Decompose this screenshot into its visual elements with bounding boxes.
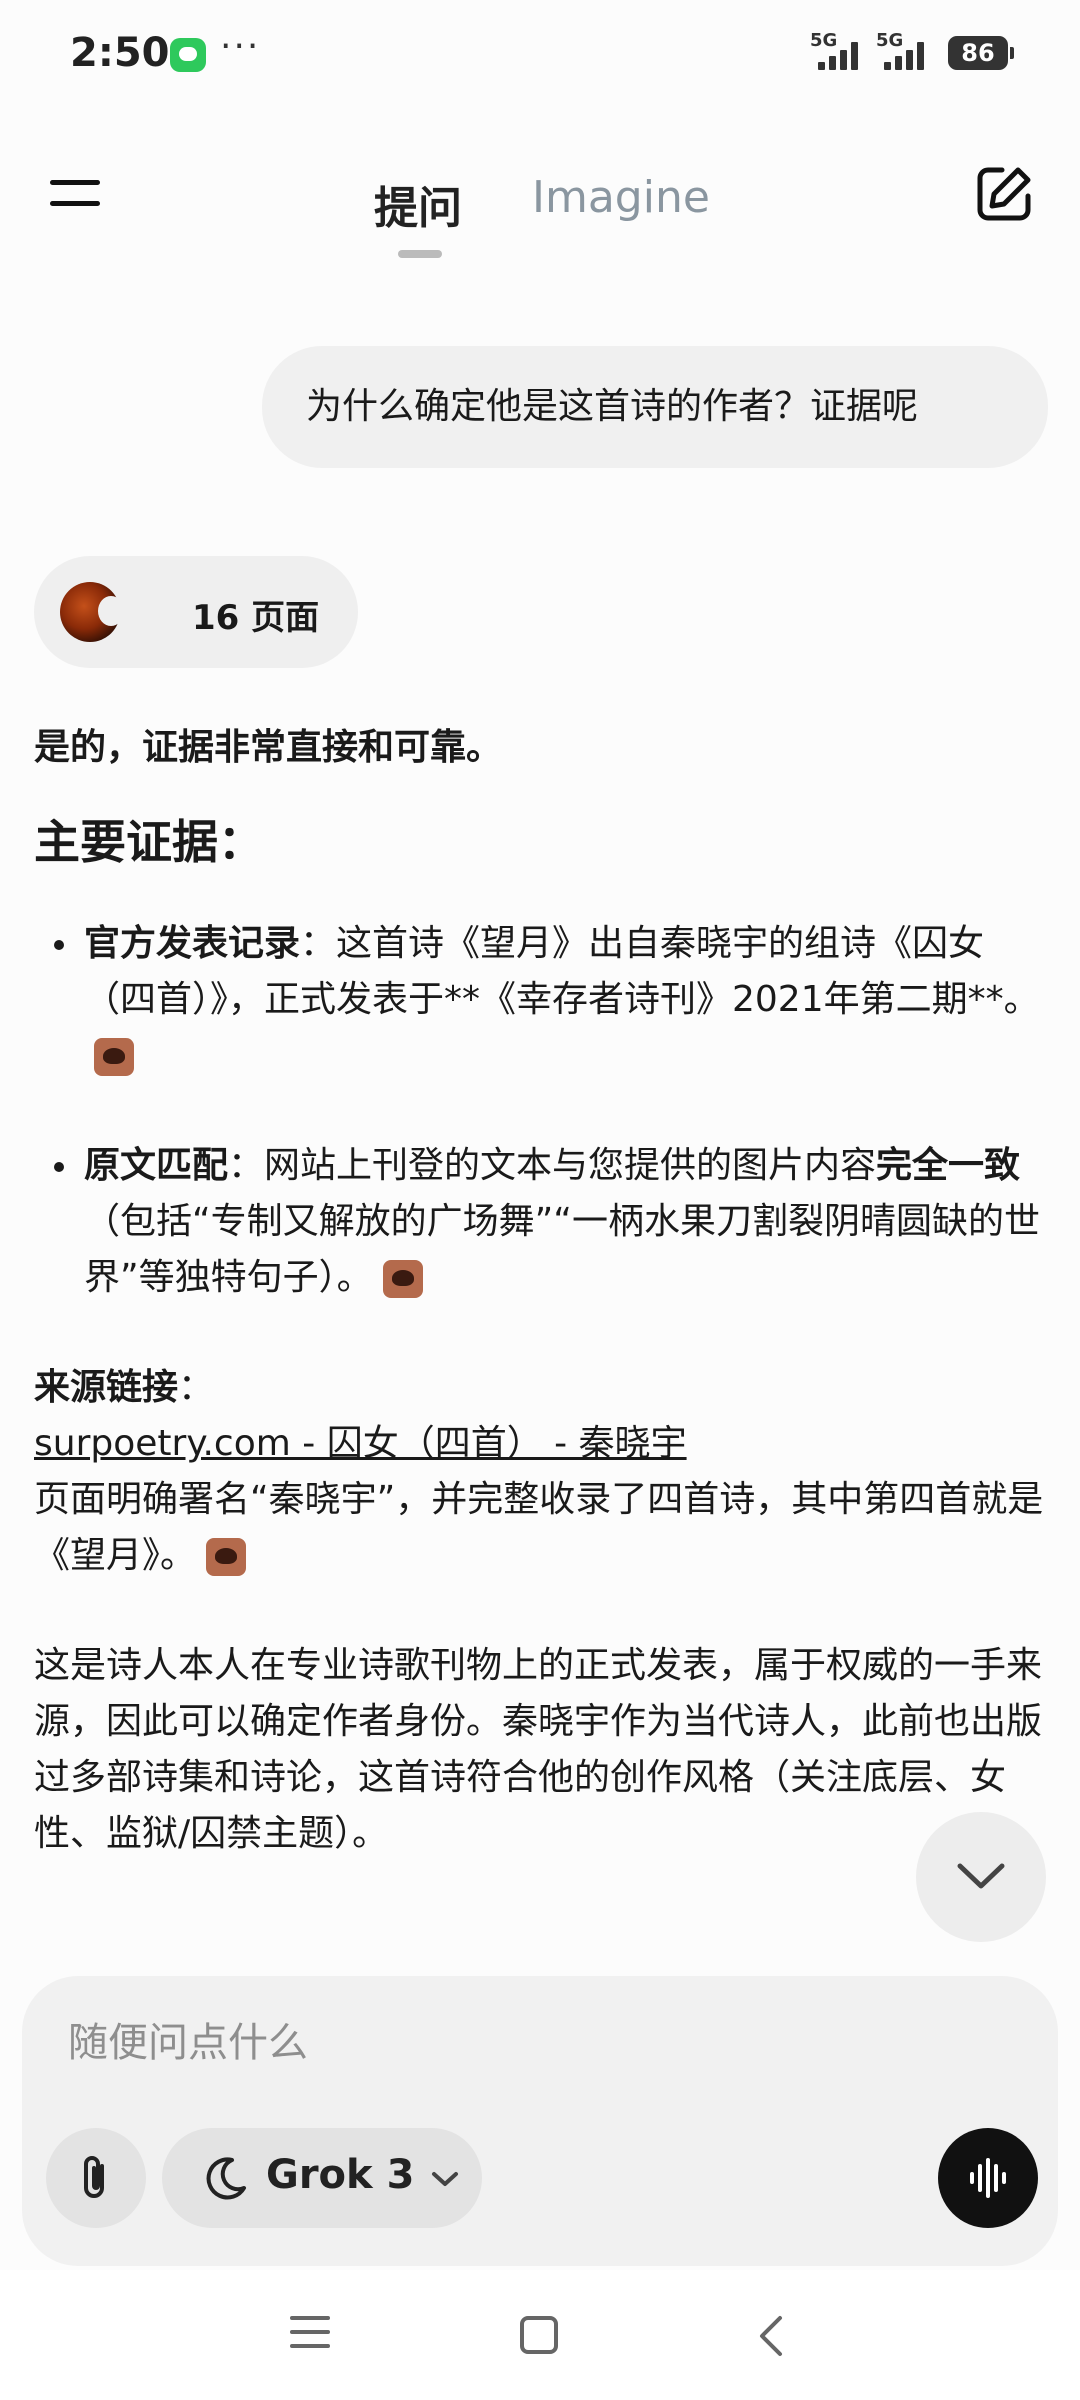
back-icon[interactable] bbox=[756, 2314, 786, 2358]
attach-button[interactable] bbox=[46, 2128, 146, 2228]
signal-5g-icon: 5G bbox=[810, 30, 870, 70]
assistant-answer: 是的，证据非常直接和可靠。 主要证据： 官方发表记录：这首诗《望月》出自秦晓宇的… bbox=[34, 720, 1044, 1862]
source-citation-icon[interactable] bbox=[206, 1538, 247, 1576]
paperclip-icon bbox=[84, 2156, 104, 2198]
active-tab-indicator bbox=[398, 250, 442, 258]
evidence-text: ：网站上刊登的文本与您提供的图片内容 bbox=[228, 1145, 877, 1186]
source-section: 来源链接： surpoetry.com - 囚女（四首） - 秦晓宇 页面明确署… bbox=[34, 1360, 1044, 1584]
home-icon[interactable] bbox=[520, 2316, 558, 2354]
scroll-down-button[interactable] bbox=[916, 1812, 1046, 1942]
evidence-title: 原文匹配 bbox=[84, 1145, 229, 1186]
source-link[interactable]: surpoetry.com - 囚女（四首） - 秦晓宇 bbox=[34, 1423, 687, 1464]
source-heading: 来源链接 bbox=[34, 1367, 179, 1408]
chat-input[interactable]: 随便问点什么 bbox=[68, 2010, 308, 2068]
sources-chip[interactable]: 16 页面 bbox=[34, 556, 358, 668]
model-selector[interactable]: Grok 3 bbox=[162, 2128, 482, 2228]
chevron-down-icon bbox=[957, 1863, 1005, 1889]
signal-5g-icon-2: 5G bbox=[876, 30, 936, 70]
status-time: 2:50 bbox=[70, 30, 170, 76]
source-avatar-icon bbox=[60, 582, 124, 642]
status-bar: 2:50 ··· 5G 5G 86 bbox=[0, 0, 1080, 110]
bullet-icon bbox=[54, 1162, 64, 1172]
user-message-bubble: 为什么确定他是这首诗的作者？证据呢 bbox=[262, 346, 1048, 468]
waveform-icon bbox=[970, 2158, 1006, 2198]
source-citation-icon[interactable] bbox=[94, 1038, 134, 1076]
answer-lead: 是的，证据非常直接和可靠。 bbox=[34, 727, 503, 768]
message-notification-icon bbox=[170, 38, 206, 72]
source-description: 页面明确署名“秦晓宇”，并完整收录了四首诗，其中第四首就是《望月》。 bbox=[34, 1479, 1044, 1576]
system-nav-bar bbox=[0, 2270, 1080, 2400]
evidence-item: 原文匹配：网站上刊登的文本与您提供的图片内容完全一致 （包括“专制又解放的广场舞”… bbox=[34, 1138, 1044, 1306]
model-name: Grok 3 bbox=[266, 2152, 415, 2198]
hamburger-icon[interactable] bbox=[50, 180, 104, 240]
sources-count: 16 页面 bbox=[192, 598, 320, 638]
moon-icon bbox=[206, 2157, 246, 2200]
evidence-text-2: （包括“专制又解放的广场舞”“一柄水果刀割裂阴晴圆缺的世界”等独特句子）。 bbox=[84, 1201, 1040, 1298]
bullet-icon bbox=[54, 940, 64, 950]
evidence-emphasis: 完全一致 bbox=[876, 1145, 1021, 1186]
recent-apps-icon[interactable] bbox=[290, 2316, 330, 2356]
answer-conclusion: 这是诗人本人在专业诗歌刊物上的正式发表，属于权威的一手来源，因此可以确定作者身份… bbox=[34, 1645, 1043, 1854]
chat-input-panel: 随便问点什么 Grok 3 bbox=[22, 1976, 1058, 2266]
answer-heading: 主要证据： bbox=[34, 815, 264, 869]
voice-mode-button[interactable] bbox=[938, 2128, 1038, 2228]
evidence-item: 官方发表记录：这首诗《望月》出自秦晓宇的组诗《囚女（四首）》，正式发表于**《幸… bbox=[34, 916, 1044, 1084]
chevron-down-icon bbox=[432, 2172, 458, 2186]
app-header: 提问 Imagine bbox=[0, 140, 1080, 280]
tab-imagine[interactable]: Imagine bbox=[532, 172, 710, 223]
evidence-title: 官方发表记录 bbox=[84, 923, 301, 964]
more-notifications-icon: ··· bbox=[220, 26, 261, 67]
battery-icon: 86 bbox=[948, 36, 1014, 70]
source-colon: ： bbox=[178, 1367, 215, 1408]
source-citation-icon[interactable] bbox=[382, 1260, 423, 1298]
tab-ask[interactable]: 提问 bbox=[374, 172, 462, 236]
edit-icon[interactable] bbox=[974, 164, 1034, 224]
screen: 2:50 ··· 5G 5G 86 提问 Imagine 为什么确定他是这首诗的… bbox=[0, 0, 1080, 2400]
